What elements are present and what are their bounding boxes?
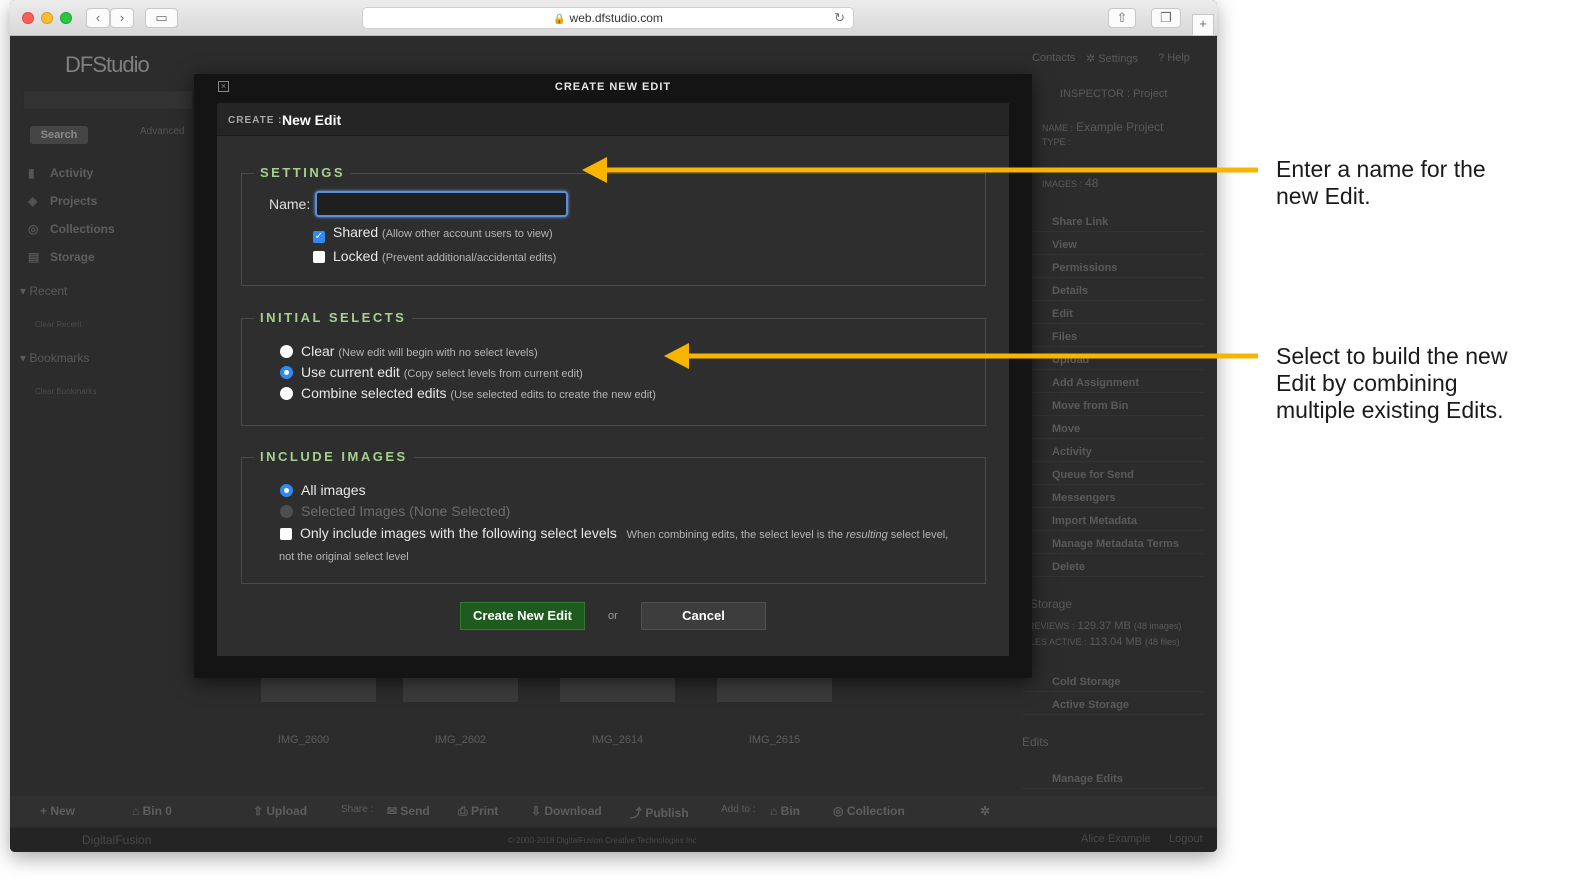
callout-combine-line: multiple existing Edits. [1276, 397, 1504, 423]
arrow-head-name [582, 157, 607, 183]
callout-combine-line: Edit by combining [1276, 370, 1458, 396]
callout-name-line: new Edit. [1276, 183, 1371, 209]
callout-combine-line: Select to build the new [1276, 343, 1508, 369]
callout-name-line: Enter a name for the [1276, 156, 1486, 182]
callout-name: Enter a name for the new Edit. [1276, 156, 1486, 210]
callout-combine: Select to build the new Edit by combinin… [1276, 343, 1507, 424]
arrow-head-combine [664, 343, 689, 369]
callout-arrows [582, 157, 1258, 369]
